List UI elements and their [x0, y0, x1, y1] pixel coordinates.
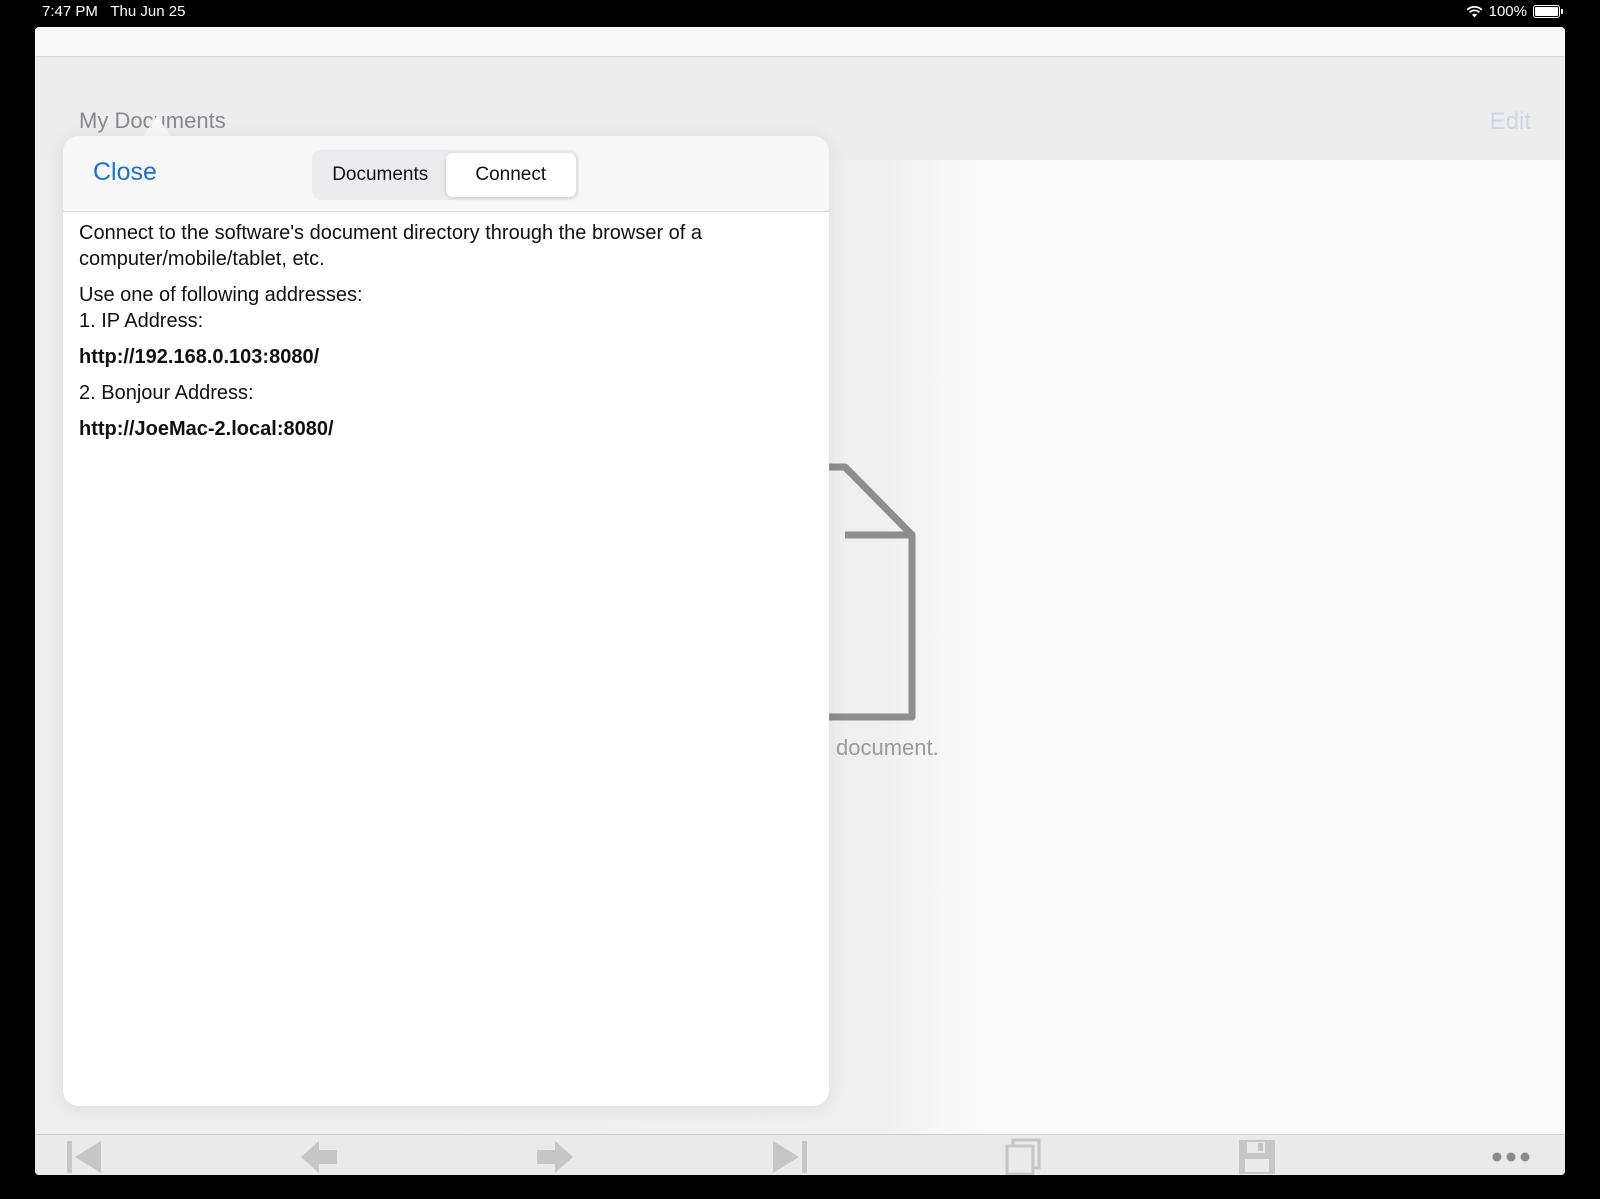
battery-fill — [1535, 7, 1558, 16]
tab-documents[interactable]: Documents — [315, 153, 446, 197]
last-page-icon — [773, 1141, 807, 1173]
last-page-button[interactable] — [767, 1137, 811, 1175]
edit-button[interactable]: Edit — [1490, 108, 1531, 136]
pages-button[interactable] — [1001, 1137, 1045, 1175]
connect-popover: Close Documents Connect Connect to the s… — [63, 136, 829, 1106]
save-button[interactable] — [1235, 1137, 1279, 1175]
battery-percent: 100% — [1488, 3, 1527, 20]
popover-header: Close Documents Connect — [63, 136, 829, 212]
connect-instructions: Connect to the software's document direc… — [79, 220, 809, 452]
empty-state-text: document. — [836, 735, 939, 760]
first-page-icon — [67, 1141, 101, 1173]
status-time: 7:47 PM Thu Jun 25 — [42, 3, 186, 20]
bottom-toolbar — [35, 1134, 1565, 1175]
status-bar: 7:47 PM Thu Jun 25 100% — [0, 0, 1600, 24]
status-right: 100% — [1466, 3, 1563, 20]
intro-text: Connect to the software's document direc… — [79, 222, 703, 270]
use-one-text: Use one of following addresses: — [79, 284, 363, 306]
bonjour-label: 2. Bonjour Address: — [79, 382, 254, 404]
battery-icon — [1533, 5, 1563, 18]
next-icon — [537, 1141, 573, 1173]
more-icon — [1492, 1152, 1530, 1162]
previous-icon — [301, 1141, 337, 1173]
save-icon — [1239, 1140, 1275, 1174]
bonjour-url[interactable]: http://JoeMac-2.local:8080/ — [79, 416, 809, 442]
pages-icon — [1005, 1138, 1041, 1175]
previous-button[interactable] — [297, 1137, 341, 1175]
popover-arrow — [143, 116, 171, 136]
more-button[interactable] — [1489, 1137, 1533, 1175]
ip-label: 1. IP Address: — [79, 310, 204, 332]
segmented-control: Documents Connect — [312, 150, 579, 200]
first-page-button[interactable] — [63, 1137, 107, 1175]
next-button[interactable] — [533, 1137, 577, 1175]
ip-url[interactable]: http://192.168.0.103:8080/ — [79, 344, 809, 370]
top-strip — [35, 27, 1565, 57]
wifi-icon — [1466, 5, 1483, 18]
close-button[interactable]: Close — [93, 158, 157, 187]
tab-connect[interactable]: Connect — [445, 153, 576, 197]
